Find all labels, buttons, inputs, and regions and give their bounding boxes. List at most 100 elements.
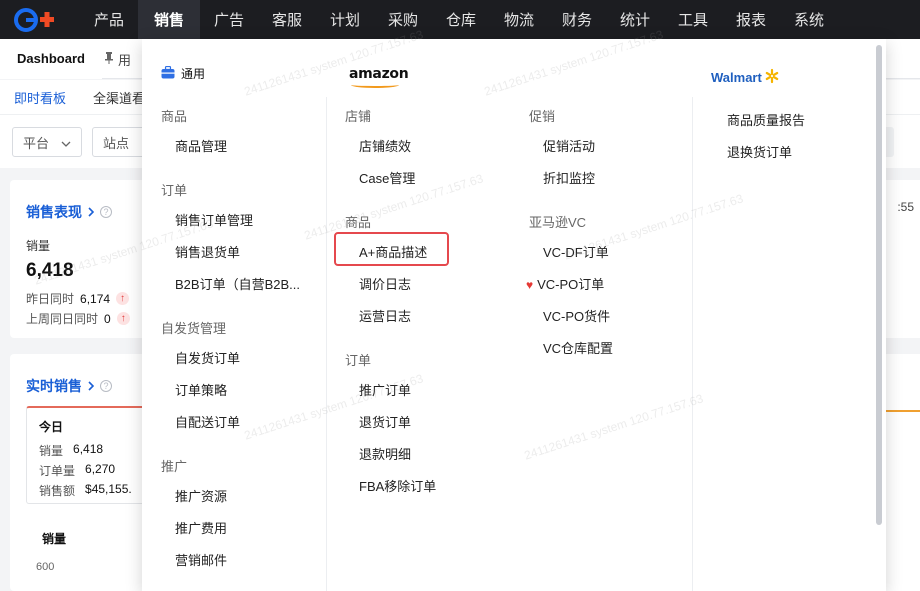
today-title: 今日 (39, 420, 64, 434)
brand-walmart: Walmart (711, 68, 780, 87)
group-title-promotion: 推广 (161, 459, 188, 474)
nav-item-purchase[interactable]: 采购 (374, 0, 432, 39)
nav-item-warehouse[interactable]: 仓库 (432, 0, 490, 39)
nav-item-logistics[interactable]: 物流 (490, 0, 548, 39)
help-icon[interactable]: ? (100, 206, 112, 218)
menu-item-case-management[interactable]: Case管理 (359, 168, 415, 187)
sales-performance-title[interactable]: 销售表现 ? (26, 202, 112, 222)
nav-item-sales[interactable]: 销售 (138, 0, 200, 39)
platform-select-label: 平台 (23, 135, 50, 151)
amazon-logo: amazon (349, 66, 409, 88)
menu-item-promo-activities[interactable]: 促销活动 (543, 136, 595, 155)
today-row-value: 6,270 (85, 462, 116, 476)
menu-item-sales-return[interactable]: 销售退货单 (175, 242, 240, 261)
chart-y-label: 销量 (42, 532, 67, 546)
logo-icon (14, 7, 54, 32)
brand-general: 通用 (161, 65, 205, 82)
subtab-all-channels[interactable]: 全渠道看 (93, 88, 145, 107)
nav-item-finance[interactable]: 财务 (548, 0, 606, 39)
tab-pinned-label: 用 (118, 52, 132, 68)
menu-item-fba-removal-orders[interactable]: FBA移除订单 (359, 476, 436, 495)
group-title-self-ship: 自发货管理 (161, 321, 227, 336)
tab-pinned[interactable]: 用 (104, 39, 131, 79)
menu-column-amazon: amazon 店铺 店铺绩效 Case管理 商品 A+商品描述 调价日志 运营日… (326, 39, 692, 591)
chevron-down-icon (61, 135, 71, 150)
group-title-promotions: 促销 (529, 109, 556, 124)
realtime-sales-title-text: 实时销售 (26, 378, 82, 394)
brand-general-label: 通用 (181, 67, 206, 81)
menu-scrollbar[interactable] (876, 45, 882, 525)
amazon-smile-icon (351, 82, 399, 88)
compare-yesterday-label: 昨日同时 (26, 292, 75, 306)
menu-item-promo-cost[interactable]: 推广费用 (175, 518, 227, 537)
subtab-realtime[interactable]: 即时看板 (14, 88, 67, 117)
nav-item-plan[interactable]: 计划 (316, 0, 374, 39)
today-row: 销售额 $45,155. (39, 482, 132, 499)
today-row-label: 销售额 (39, 484, 76, 498)
menu-item-b2b-order[interactable]: B2B订单（自营B2B... (175, 274, 300, 293)
nav-item-reports[interactable]: 报表 (722, 0, 780, 39)
group-title-amazon-product: 商品 (345, 215, 372, 230)
update-time-fragment: :55 (897, 200, 914, 214)
menu-item-return-orders[interactable]: 退货订单 (359, 412, 411, 431)
menu-item-product-management[interactable]: 商品管理 (175, 136, 227, 155)
arrow-up-icon: ↑ (116, 312, 130, 325)
menu-item-vc-po-orders[interactable]: ♥ VC-PO订单 (526, 274, 604, 293)
nav-item-tools[interactable]: 工具 (664, 0, 722, 39)
sales-performance-title-text: 销售表现 (26, 204, 82, 220)
group-title-product: 商品 (161, 109, 188, 124)
site-select-label: 站点 (103, 135, 130, 151)
group-title-store: 店铺 (345, 109, 372, 124)
tab-dashboard[interactable]: Dashboard (0, 39, 102, 79)
arrow-up-icon: ↑ (116, 292, 130, 305)
help-icon[interactable]: ? (100, 380, 112, 392)
menu-item-order-strategy[interactable]: 订单策略 (175, 380, 227, 399)
nav-item-system[interactable]: 系统 (780, 0, 838, 39)
heart-icon: ♥ (526, 278, 534, 292)
menu-item-store-performance[interactable]: 店铺绩效 (359, 136, 411, 155)
menu-item-marketing-email[interactable]: 营销邮件 (175, 550, 227, 569)
walmart-logo: Walmart (711, 68, 780, 87)
brand-amazon: amazon (349, 66, 409, 88)
menu-item-vc-po-shipments[interactable]: VC-PO货件 (543, 306, 610, 325)
sales-mega-menu: 通用 商品 商品管理 订单 销售订单管理 销售退货单 B2B订单（自营B2B..… (142, 39, 886, 591)
top-nav: 产品 销售 广告 客服 计划 采购 仓库 物流 财务 统计 工具 报表 系统 (0, 0, 920, 39)
platform-select[interactable]: 平台 (12, 127, 82, 157)
today-row-value: $45,155. (85, 482, 132, 496)
nav-item-products[interactable]: 产品 (80, 0, 138, 39)
today-row: 销量 6,418 (39, 442, 103, 459)
pin-icon (104, 51, 114, 67)
today-row-label: 销量 (39, 444, 64, 458)
compare-yesterday: 昨日同时 6,174 ↑ (26, 290, 130, 307)
menu-item-vc-po-orders-label: VC-PO订单 (537, 277, 605, 292)
menu-item-ops-log[interactable]: 运营日志 (359, 306, 411, 325)
chart-series-line (884, 410, 920, 412)
menu-item-vc-df-orders[interactable]: VC-DF订单 (543, 242, 609, 261)
metric-value: 6,418 (26, 260, 74, 281)
menu-item-promo-resources[interactable]: 推广资源 (175, 486, 227, 505)
menu-item-price-log[interactable]: 调价日志 (359, 274, 411, 293)
menu-item-promo-orders[interactable]: 推广订单 (359, 380, 411, 399)
menu-item-refund-details[interactable]: 退款明细 (359, 444, 411, 463)
menu-item-return-exchange-orders[interactable]: 退换货订单 (727, 142, 792, 161)
menu-column-general: 通用 商品 商品管理 订单 销售订单管理 销售退货单 B2B订单（自营B2B..… (142, 39, 326, 591)
realtime-sales-title[interactable]: 实时销售 ? (26, 376, 112, 396)
today-row: 订单量 6,270 (39, 462, 115, 479)
compare-lastweek-value: 0 (104, 311, 111, 326)
briefcase-icon (161, 65, 175, 82)
today-row-value: 6,418 (73, 442, 104, 456)
menu-item-sales-order-management[interactable]: 销售订单管理 (175, 210, 253, 229)
compare-lastweek: 上周同日同时 0 ↑ (26, 310, 130, 327)
nav-item-ads[interactable]: 广告 (200, 0, 258, 39)
chart-y-tick: 600 (36, 561, 55, 573)
compare-lastweek-label: 上周同日同时 (26, 312, 99, 326)
menu-item-self-delivery-order[interactable]: 自配送订单 (175, 412, 240, 431)
menu-item-self-ship-order[interactable]: 自发货订单 (175, 348, 240, 367)
menu-item-discount-monitor[interactable]: 折扣监控 (543, 168, 595, 187)
app-logo[interactable] (0, 0, 80, 39)
menu-item-quality-report[interactable]: 商品质量报告 (727, 110, 805, 129)
nav-item-service[interactable]: 客服 (258, 0, 316, 39)
nav-item-statistics[interactable]: 统计 (606, 0, 664, 39)
menu-item-vc-warehouse-config[interactable]: VC仓库配置 (543, 338, 613, 357)
group-title-amazon-orders: 订单 (345, 353, 372, 368)
